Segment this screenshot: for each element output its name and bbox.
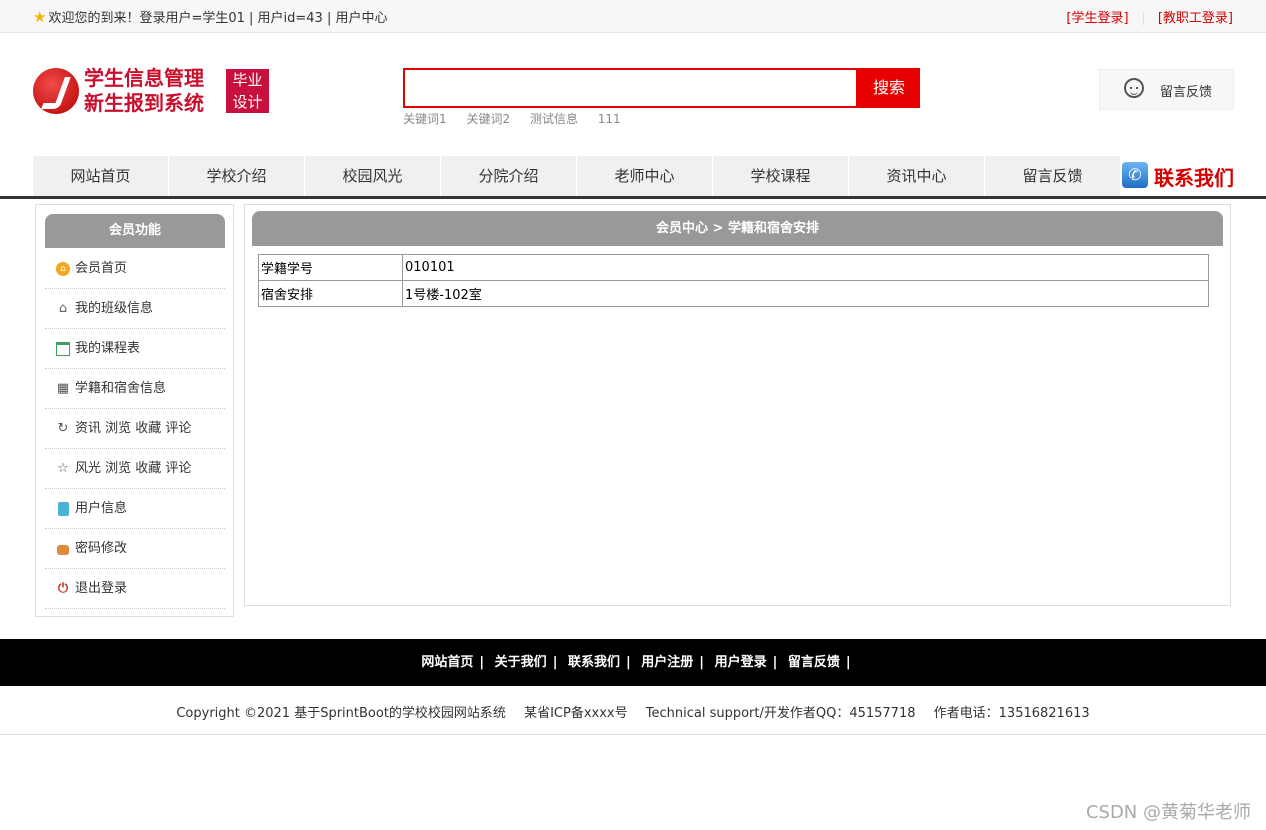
star-icon: ★ bbox=[33, 8, 47, 26]
nav-item-courses[interactable]: 学校课程 bbox=[713, 156, 849, 196]
footer-link-register[interactable]: 用户注册 bbox=[641, 655, 693, 670]
table-key: 宿舍安排 bbox=[258, 280, 403, 307]
logo-name: 学生信息管理 新生报到系统 bbox=[84, 66, 204, 116]
sidebar-item-label: 用户信息 bbox=[75, 501, 128, 516]
search-input[interactable] bbox=[409, 72, 853, 106]
nav-item-campus-scenery[interactable]: 校园风光 bbox=[305, 156, 441, 196]
logo-line1: 学生信息管理 bbox=[84, 66, 204, 90]
main-nav: 网站首页 学校介绍 校园风光 分院介绍 老师中心 学校课程 资讯中心 留言反馈 … bbox=[33, 156, 1266, 196]
copyright-bar: Copyright ©2021 基于SprintBoot的学校校园网站系统 某省… bbox=[0, 702, 1266, 721]
logo-tag2: 设计 bbox=[232, 93, 263, 111]
table-row: 宿舍安排 1号楼-102室 bbox=[258, 280, 1209, 307]
sidebar-item-course-schedule[interactable]: 我的课程表 bbox=[45, 329, 225, 369]
sidebar-item-user-info[interactable]: 用户信息 bbox=[45, 489, 225, 529]
logo-icon bbox=[33, 68, 79, 114]
table-key: 学籍学号 bbox=[258, 254, 403, 281]
icp-text: 某省ICP备xxxx号 bbox=[524, 706, 628, 721]
student-login-link[interactable]: [学生登录] bbox=[1066, 11, 1128, 26]
divider bbox=[1142, 12, 1144, 25]
footer-link-login[interactable]: 用户登录 bbox=[715, 655, 767, 670]
power-icon: ⏻ bbox=[57, 581, 69, 596]
watermark: CSDN @黄菊华老师 bbox=[1085, 802, 1251, 823]
sidebar-menu: ⌂ 会员首页 ⌂ 我的班级信息 我的课程表 ▦ 学籍和宿舍信息 ↻ 资讯 浏览 … bbox=[45, 249, 225, 609]
footer-nav: 网站首页 | 关于我们 | 联系我们 | 用户注册 | 用户登录 | 留言反馈 | bbox=[0, 639, 1266, 686]
footer-divider bbox=[0, 734, 1266, 735]
table-value: 1号楼-102室 bbox=[402, 280, 1209, 307]
support-agent-icon bbox=[1124, 78, 1144, 98]
keyword-link[interactable]: 测试信息 bbox=[530, 112, 578, 126]
search-bar: 搜索 bbox=[403, 68, 920, 108]
footer-link-about[interactable]: 关于我们 bbox=[495, 655, 547, 670]
feedback-button[interactable]: 留言反馈 bbox=[1099, 69, 1234, 110]
support-text: Technical support/开发作者QQ：45157718 bbox=[645, 706, 916, 721]
phone-text: 作者电话：13516821613 bbox=[933, 706, 1090, 721]
history-icon: ↻ bbox=[57, 421, 69, 436]
footer-link-feedback[interactable]: 留言反馈 bbox=[788, 655, 840, 670]
search-button[interactable]: 搜索 bbox=[858, 68, 920, 108]
sidebar-item-label: 我的班级信息 bbox=[75, 301, 154, 316]
site-logo[interactable]: 学生信息管理 新生报到系统 毕业 设计 bbox=[33, 66, 273, 118]
sidebar-item-member-home[interactable]: ⌂ 会员首页 bbox=[45, 249, 225, 289]
footer-link-contact[interactable]: 联系我们 bbox=[568, 655, 620, 670]
lock-icon bbox=[57, 545, 69, 555]
clipboard-icon bbox=[58, 502, 69, 516]
sidebar-title: 会员功能 bbox=[45, 214, 225, 248]
nav-item-teacher-center[interactable]: 老师中心 bbox=[577, 156, 713, 196]
nav-divider bbox=[0, 196, 1266, 199]
sidebar-item-scenery-history[interactable]: ☆ 风光 浏览 收藏 评论 bbox=[45, 449, 225, 489]
nav-item-home[interactable]: 网站首页 bbox=[33, 156, 169, 196]
logo-tag: 毕业 设计 bbox=[226, 69, 269, 113]
star-icon: ☆ bbox=[57, 461, 69, 476]
contact-us-label: 联系我们 bbox=[1154, 166, 1234, 190]
house-icon: ⌂ bbox=[58, 301, 68, 316]
keyword-link[interactable]: 关键词2 bbox=[466, 112, 510, 126]
welcome-message: ★ 欢迎您的到来！登录用户=学生01 | 用户id=43 | 用户中心 bbox=[33, 7, 387, 26]
footer-link-home[interactable]: 网站首页 bbox=[421, 655, 473, 670]
sidebar-item-label: 风光 浏览 收藏 评论 bbox=[75, 461, 192, 476]
nav-item-school-intro[interactable]: 学校介绍 bbox=[169, 156, 305, 196]
table-value: 010101 bbox=[402, 254, 1209, 281]
top-bar: ★ 欢迎您的到来！登录用户=学生01 | 用户id=43 | 用户中心 [学生登录… bbox=[0, 0, 1266, 33]
hot-keywords: 关键词1 关键词2 测试信息 111 bbox=[403, 110, 637, 127]
logo-line2: 新生报到系统 bbox=[84, 91, 204, 115]
login-links: [学生登录] [教职工登录] bbox=[1066, 7, 1233, 26]
grid-icon: ▦ bbox=[56, 381, 70, 396]
nav-item-branch-intro[interactable]: 分院介绍 bbox=[441, 156, 577, 196]
sidebar-item-change-password[interactable]: 密码修改 bbox=[45, 529, 225, 569]
keyword-link[interactable]: 关键词1 bbox=[403, 112, 447, 126]
status-dorm-table: 学籍学号 010101 宿舍安排 1号楼-102室 bbox=[258, 254, 1209, 307]
logo-tag1: 毕业 bbox=[232, 71, 263, 89]
staff-login-link[interactable]: [教职工登录] bbox=[1158, 11, 1233, 26]
table-row: 学籍学号 010101 bbox=[258, 254, 1209, 281]
sidebar-item-label: 学籍和宿舍信息 bbox=[75, 381, 167, 396]
content-title: 会员中心 > 学籍和宿舍安排 bbox=[252, 211, 1223, 246]
sidebar-item-label: 会员首页 bbox=[75, 261, 128, 276]
sidebar-item-label: 退出登录 bbox=[75, 581, 128, 596]
copyright-text: Copyright ©2021 基于SprintBoot的学校校园网站系统 bbox=[176, 706, 506, 721]
sidebar-item-label: 我的课程表 bbox=[75, 341, 141, 356]
nav-item-news[interactable]: 资讯中心 bbox=[849, 156, 985, 196]
phone-icon: ✆ bbox=[1122, 162, 1148, 188]
nav-item-feedback[interactable]: 留言反馈 bbox=[985, 156, 1121, 196]
sidebar-item-logout[interactable]: ⏻ 退出登录 bbox=[45, 569, 225, 609]
sidebar-item-news-history[interactable]: ↻ 资讯 浏览 收藏 评论 bbox=[45, 409, 225, 449]
sidebar-item-label: 资讯 浏览 收藏 评论 bbox=[75, 421, 192, 436]
member-sidebar: 会员功能 ⌂ 会员首页 ⌂ 我的班级信息 我的课程表 ▦ 学籍和宿舍信息 ↻ 资… bbox=[35, 204, 234, 617]
feedback-label: 留言反馈 bbox=[1160, 85, 1213, 100]
sidebar-item-status-dorm[interactable]: ▦ 学籍和宿舍信息 bbox=[45, 369, 225, 409]
search-box bbox=[403, 68, 858, 108]
welcome-text: 欢迎您的到来！登录用户=学生01 | 用户id=43 | 用户中心 bbox=[48, 11, 388, 26]
keyword-link[interactable]: 111 bbox=[598, 112, 621, 126]
calendar-icon bbox=[56, 342, 70, 356]
sidebar-item-class-info[interactable]: ⌂ 我的班级信息 bbox=[45, 289, 225, 329]
sidebar-item-label: 密码修改 bbox=[75, 541, 128, 556]
contact-us-link[interactable]: ✆ 联系我们 bbox=[1122, 160, 1266, 192]
content-panel: 会员中心 > 学籍和宿舍安排 学籍学号 010101 宿舍安排 1号楼-102室 bbox=[244, 204, 1231, 606]
home-circle-icon: ⌂ bbox=[56, 262, 70, 276]
